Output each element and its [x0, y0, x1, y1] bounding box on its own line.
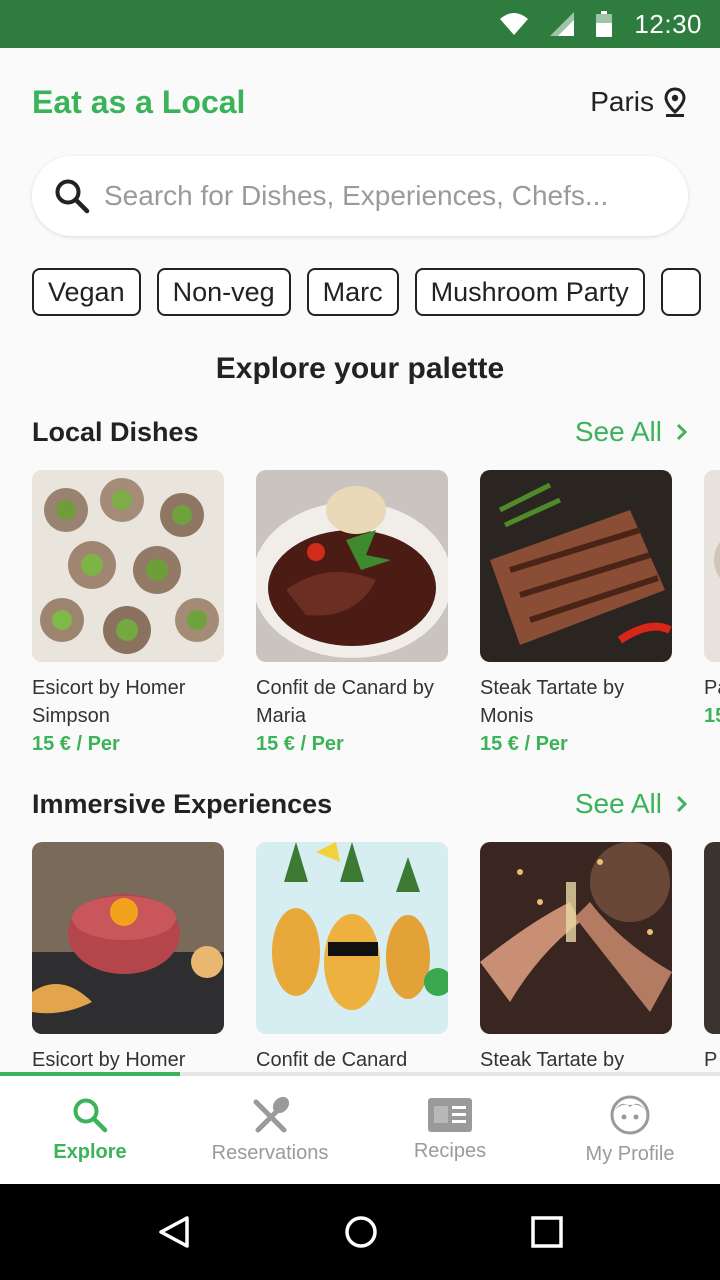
filter-chip-mushroom-party[interactable]: Mushroom Party	[414, 268, 645, 316]
experience-photo	[704, 842, 720, 1034]
chevron-right-icon	[676, 423, 688, 441]
experience-name: P	[704, 1049, 718, 1071]
escargots-photo	[32, 470, 224, 662]
filter-chips: Vegan Non-veg Marc Mushroom Party	[32, 268, 720, 318]
experience-card[interactable]: Steak Tartate by	[480, 842, 672, 1072]
experiences-see-all-button[interactable]: See All	[575, 788, 688, 820]
dish-card[interactable]: Steak Tartate by Monis 15 € / Per	[480, 470, 672, 758]
filter-chip-marc[interactable]: Marc	[306, 268, 399, 316]
nav-label: Explore	[53, 1140, 127, 1163]
chevron-right-icon	[676, 795, 688, 813]
local-dishes-header: Local Dishes See All	[32, 416, 688, 448]
dish-card[interactable]: Esicort by Homer Simpson 15 € / Per	[32, 470, 224, 758]
experiences-title: Immersive Experiences	[32, 788, 333, 819]
nav-label: Reservations	[211, 1141, 329, 1164]
explore-screen: Eat as a Local Paris Search for Dishes, …	[0, 48, 720, 1072]
experiences-header: Immersive Experiences See All	[32, 788, 688, 820]
dish-card[interactable]: Confit de Canard by Maria 15 € / Per	[256, 470, 448, 758]
section-heading: Explore your palette	[215, 352, 505, 385]
local-dishes-see-all-button[interactable]: See All	[575, 416, 688, 448]
filter-chip-vegan[interactable]: Vegan	[32, 268, 141, 316]
experience-card[interactable]: Confit de Canard	[256, 842, 448, 1072]
nav-recipes[interactable]: Recipes	[360, 1076, 540, 1184]
experience-card[interactable]: P	[704, 842, 720, 1072]
pineapple-party-photo	[256, 842, 448, 1034]
nav-reservations[interactable]: Reservations	[180, 1076, 360, 1184]
location-pin-icon	[664, 87, 686, 117]
local-dishes-title: Local Dishes	[32, 416, 199, 447]
search-input[interactable]: Search for Dishes, Experiences, Chefs...	[104, 180, 608, 212]
bottom-nav: Explore Reservations Recipes My Profile	[0, 1076, 720, 1184]
status-bar: 12:30	[0, 0, 720, 48]
see-all-label: See All	[574, 416, 662, 447]
back-icon[interactable]	[157, 1215, 191, 1249]
tartare-photo	[32, 842, 224, 1034]
wifi-icon	[500, 13, 529, 35]
experiences-list: Esicort by Homer Confit de Canard Steak …	[32, 842, 720, 1072]
location-selector[interactable]: Paris	[590, 86, 686, 118]
dish-price: 15 € / Per	[480, 733, 568, 755]
status-icons: 12:30	[500, 0, 702, 48]
dish-name: Pa	[704, 677, 720, 699]
nav-explore[interactable]: Explore	[0, 1076, 180, 1184]
signal-icon	[550, 12, 575, 36]
dish-price: 15 € / Per	[256, 733, 344, 755]
status-time: 12:30	[634, 8, 702, 39]
location-label: Paris	[590, 86, 654, 117]
app-brand: Eat as a Local	[32, 84, 246, 120]
dish-name: Esicort by Homer Simpson	[32, 677, 186, 727]
experience-card[interactable]: Esicort by Homer	[32, 842, 224, 1072]
search-icon	[55, 179, 90, 214]
see-all-label: See All	[574, 788, 662, 819]
experience-name: Esicort by Homer	[32, 1049, 186, 1071]
book-icon	[428, 1097, 472, 1132]
battery-icon	[596, 11, 613, 37]
celebration-toast-photo	[480, 842, 672, 1034]
nav-label: My Profile	[585, 1142, 675, 1165]
nav-profile[interactable]: My Profile	[540, 1076, 720, 1184]
fork-spoon-icon	[253, 1096, 290, 1132]
recents-icon[interactable]	[531, 1216, 564, 1248]
steak-photo	[480, 470, 672, 662]
dish-card[interactable]: Pa 15	[704, 470, 720, 758]
dish-price: 15	[704, 705, 720, 727]
home-icon[interactable]	[344, 1215, 378, 1249]
system-nav-bar	[0, 1184, 720, 1280]
dish-price: 15 € / Per	[32, 733, 120, 755]
filter-chip-non-veg[interactable]: Non-veg	[156, 268, 291, 316]
filter-chip-more[interactable]	[660, 268, 701, 316]
experience-name: Confit de Canard	[256, 1049, 408, 1071]
nav-label: Recipes	[413, 1139, 487, 1162]
search-bar[interactable]: Search for Dishes, Experiences, Chefs...	[32, 156, 688, 236]
experience-name: Steak Tartate by	[480, 1049, 625, 1071]
dish-name: Confit de Canard by Maria	[256, 677, 434, 727]
dish-photo	[704, 470, 720, 662]
duck-confit-photo	[256, 470, 448, 662]
dish-name: Steak Tartate by Monis	[480, 677, 625, 727]
local-dishes-list: Esicort by Homer Simpson 15 € / Per Conf…	[32, 470, 720, 758]
profile-face-icon	[610, 1095, 650, 1134]
search-icon	[73, 1098, 108, 1132]
